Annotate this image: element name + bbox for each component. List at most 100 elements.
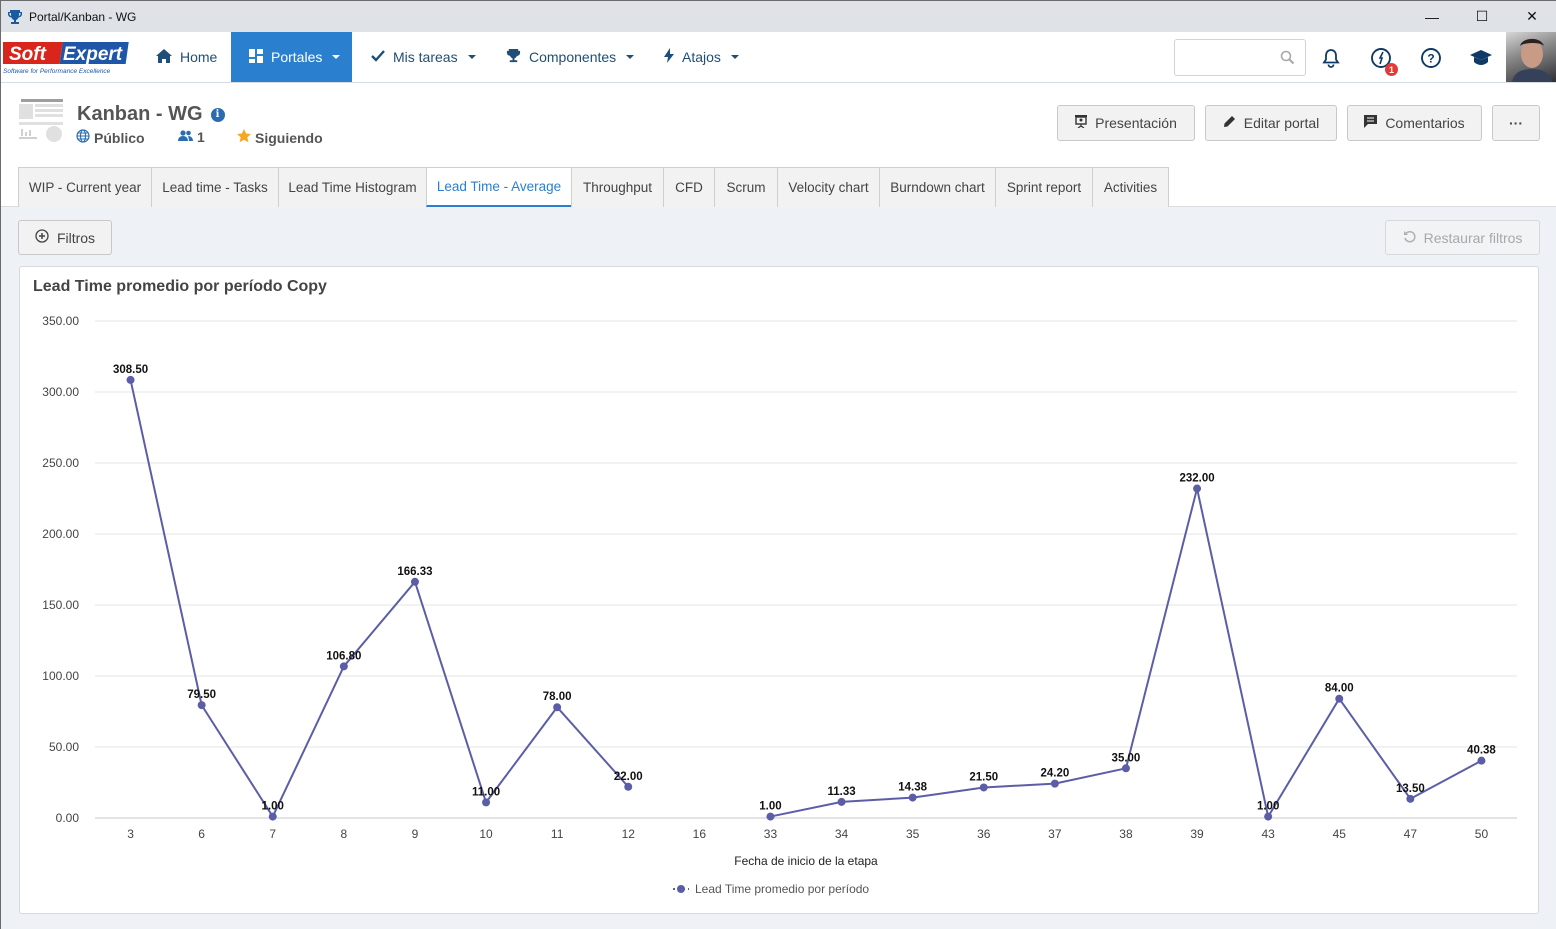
data-point[interactable] [1193,484,1202,493]
data-point[interactable] [1264,812,1273,821]
info-icon[interactable]: i [210,107,225,122]
x-tick-label: 7 [269,827,276,841]
y-tick-label: 300.00 [42,385,79,399]
x-tick-label: 38 [1119,827,1133,841]
y-tick-label: 100.00 [42,669,79,683]
search-box[interactable] [1174,39,1306,76]
notification-badge: 1 [1385,63,1398,76]
data-point[interactable] [766,812,775,821]
user-avatar[interactable] [1506,32,1556,82]
pencil-icon [1223,115,1236,131]
legend-label: Lead Time promedio por período [695,882,869,896]
data-label: 232.00 [1179,473,1214,485]
chart-legend[interactable]: Lead Time promedio por período [673,882,869,896]
data-point[interactable] [553,703,562,712]
softexpert-logo[interactable]: Soft Expert Software for Performance Exc… [0,40,133,76]
tab-sprint-report[interactable]: Sprint report [995,167,1093,207]
data-label: 35.00 [1112,752,1141,764]
edit-portal-button[interactable]: Editar portal [1205,105,1337,141]
tab-burndown-chart[interactable]: Burndown chart [879,167,996,207]
tab-throughput[interactable]: Throughput [571,167,664,207]
data-point[interactable] [339,662,348,671]
nav-atajos[interactable]: Atajos [646,32,757,82]
comments-button[interactable]: Comentarios [1347,105,1482,141]
data-label: 166.33 [397,566,432,578]
data-point[interactable] [482,798,491,807]
chevron-down-icon [467,55,476,59]
y-tick-label: 0.00 [56,811,80,825]
data-point[interactable] [126,375,135,384]
nav-componentes[interactable]: Componentes [488,32,652,82]
bolt-icon [664,48,674,66]
activity-compass-icon[interactable]: 1 [1368,45,1398,76]
x-tick-label: 33 [764,827,778,841]
nav-portales[interactable]: Portales [231,32,352,82]
tab-cfd[interactable]: CFD [663,167,715,207]
notifications-bell-icon[interactable] [1318,45,1344,71]
x-tick-label: 34 [835,827,849,841]
data-point[interactable] [268,812,277,821]
top-navbar: Soft Expert Software for Performance Exc… [0,32,1556,83]
data-point[interactable] [1050,779,1059,788]
tab-lead-time-histogram[interactable]: Lead Time Histogram [278,167,427,207]
data-label: 11.33 [827,786,855,798]
data-point[interactable] [979,783,988,792]
svg-text:Soft: Soft [9,44,47,65]
x-tick-label: 50 [1475,827,1489,841]
data-point[interactable] [1477,756,1486,765]
search-icon[interactable] [1280,50,1295,70]
comment-icon [1364,115,1378,131]
help-icon[interactable]: ? [1418,45,1444,71]
nav-home[interactable]: Home [138,32,235,82]
restore-filters-button[interactable]: Restaurar filtros [1385,220,1540,255]
data-point[interactable] [410,577,419,586]
search-input[interactable] [1181,40,1281,75]
members-indicator[interactable]: 1 [178,129,205,145]
data-label: 78.00 [543,691,572,703]
presentation-label: Presentación [1095,115,1177,131]
data-point[interactable] [908,793,917,802]
portal-tabs: WIP - Current year Lead time - Tasks Lea… [1,167,1556,207]
data-label: 84.00 [1325,683,1354,695]
x-tick-label: 10 [479,827,493,841]
data-point[interactable] [1121,764,1130,773]
more-options-button[interactable]: ··· [1492,105,1540,141]
tab-scrum[interactable]: Scrum [714,167,778,207]
x-tick-label: 37 [1048,827,1062,841]
tab-lead-time-average[interactable]: Lead Time - Average [426,167,572,207]
presentation-button[interactable]: Presentación [1057,105,1195,141]
data-label: 1.00 [262,801,284,813]
tab-activities[interactable]: Activities [1092,167,1169,207]
data-label: 22.00 [614,771,643,783]
presentation-icon [1075,115,1088,131]
nav-atajos-label: Atajos [682,49,721,65]
data-point[interactable] [624,782,633,791]
data-label: 40.38 [1467,745,1496,757]
x-tick-label: 43 [1261,827,1275,841]
x-tick-label: 35 [906,827,920,841]
data-label: 13.50 [1396,783,1425,795]
tab-lead-time-tasks[interactable]: Lead time - Tasks [151,167,279,207]
home-icon [156,48,172,66]
data-point[interactable] [197,701,206,710]
data-point[interactable] [1335,694,1344,703]
x-tick-label: 9 [412,827,419,841]
minimize-button[interactable]: — [1407,1,1457,32]
data-point[interactable] [1406,794,1415,803]
members-count: 1 [197,129,205,145]
window-title-bar: Portal/Kanban - WG — ☐ ✕ [1,1,1556,32]
filters-button[interactable]: Filtros [18,220,112,255]
data-point[interactable] [837,797,846,806]
tab-velocity-chart[interactable]: Velocity chart [777,167,880,207]
close-button[interactable]: ✕ [1507,1,1556,32]
x-tick-label: 3 [127,827,134,841]
trophy-icon [7,9,23,25]
svg-text:?: ? [1427,52,1434,66]
x-tick-label: 45 [1333,827,1347,841]
graduation-cap-icon[interactable] [1468,45,1494,71]
maximize-button[interactable]: ☐ [1457,1,1507,32]
nav-mis-tareas[interactable]: Mis tareas [353,32,494,82]
globe-icon [76,129,90,146]
tab-wip-current-year[interactable]: WIP - Current year [18,167,152,207]
following-indicator[interactable]: Siguiendo [237,129,323,146]
